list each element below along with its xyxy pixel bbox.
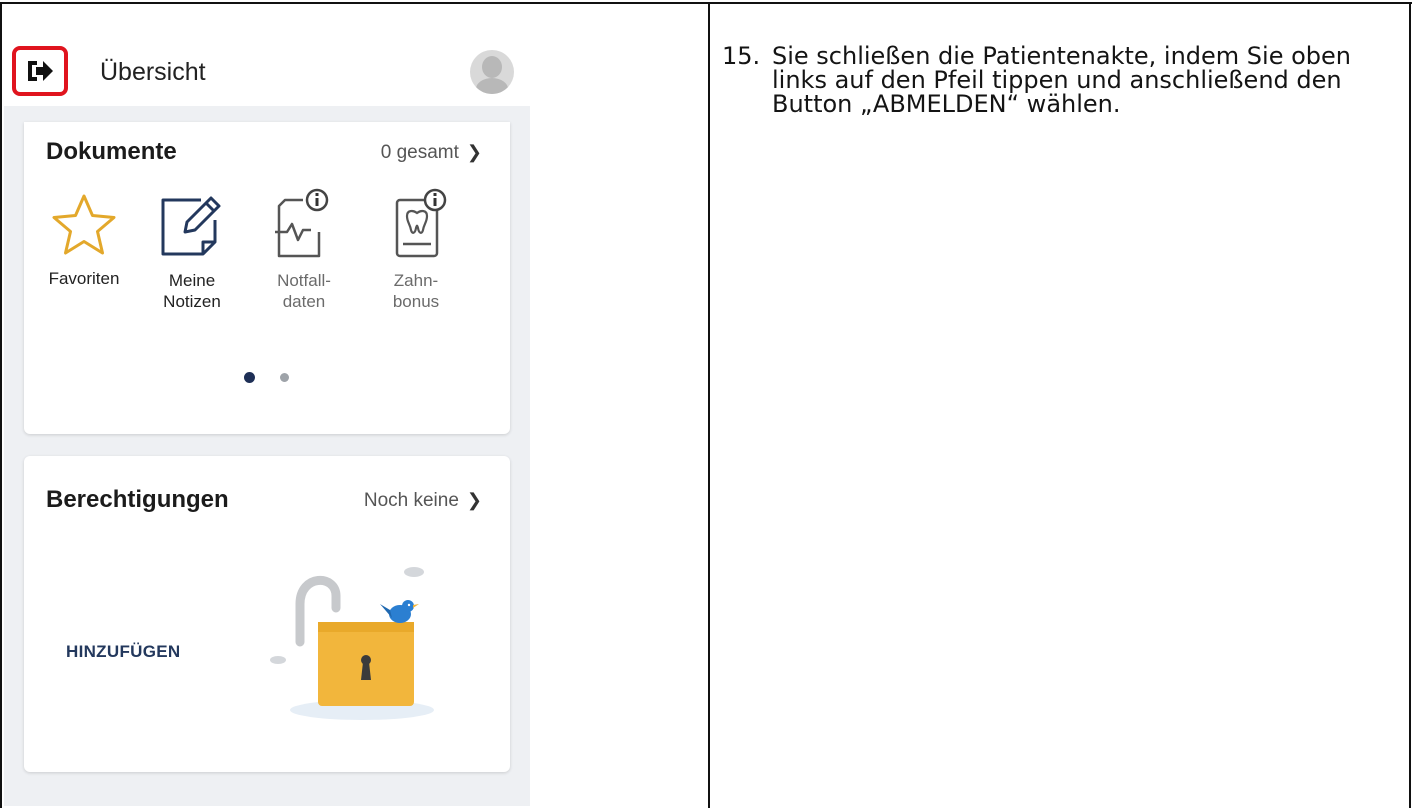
permissions-title: Berechtigungen bbox=[46, 486, 229, 513]
step-number: 15. bbox=[722, 42, 761, 70]
page-title: Übersicht bbox=[100, 58, 206, 86]
tile-label: Favoriten bbox=[48, 269, 120, 288]
table-border-right bbox=[1409, 2, 1411, 808]
exit-button[interactable] bbox=[12, 46, 68, 96]
permissions-link[interactable]: Noch keine ❯ bbox=[364, 490, 482, 512]
phone-screenshot: Übersicht Dokumente 0 gesamt ❯ Favoriten … bbox=[4, 40, 530, 806]
page-indicator[interactable] bbox=[244, 372, 304, 386]
add-permission-button[interactable]: HINZUFÜGEN bbox=[66, 642, 180, 662]
documents-card: Dokumente 0 gesamt ❯ Favoriten Meine Noti… bbox=[24, 122, 510, 434]
step-text: Sie schließen die Patientenakte, indem S… bbox=[772, 42, 1351, 118]
note-edit-icon bbox=[161, 196, 221, 256]
sign-out-arrow-icon bbox=[28, 61, 53, 81]
table-border-top bbox=[0, 2, 1412, 4]
emergency-data-icon bbox=[275, 188, 329, 258]
permissions-status: Noch keine bbox=[363, 490, 459, 511]
tile-notfalldaten[interactable]: Notfall- daten bbox=[254, 186, 354, 312]
app-bar: Übersicht bbox=[4, 40, 530, 106]
star-icon bbox=[52, 194, 116, 255]
chevron-right-icon: ❯ bbox=[466, 142, 482, 162]
tile-favoriten[interactable]: Favoriten bbox=[34, 192, 134, 289]
tile-meine-notizen[interactable]: Meine Notizen bbox=[142, 190, 242, 312]
documents-title: Dokumente bbox=[46, 138, 177, 165]
tile-label: Zahn- bonus bbox=[392, 271, 440, 311]
chevron-right-icon: ❯ bbox=[466, 490, 482, 510]
tile-label: Notfall- daten bbox=[277, 271, 331, 311]
tile-zahnbonus[interactable]: Zahn- bonus bbox=[366, 186, 466, 312]
table-column-divider bbox=[708, 2, 710, 808]
page-dot bbox=[280, 373, 289, 382]
documents-link[interactable]: 0 gesamt ❯ bbox=[381, 142, 482, 164]
documents-count: 0 gesamt bbox=[380, 142, 459, 163]
user-avatar-icon[interactable] bbox=[470, 50, 514, 94]
tile-label: Meine Notizen bbox=[163, 271, 221, 311]
open-padlock-bird-icon bbox=[270, 567, 434, 720]
page-dot-active bbox=[244, 372, 255, 383]
dental-bonus-icon bbox=[395, 188, 447, 258]
table-border-left bbox=[0, 2, 2, 808]
permissions-card: Berechtigungen Noch keine ❯ HINZUFÜGEN bbox=[24, 456, 510, 772]
